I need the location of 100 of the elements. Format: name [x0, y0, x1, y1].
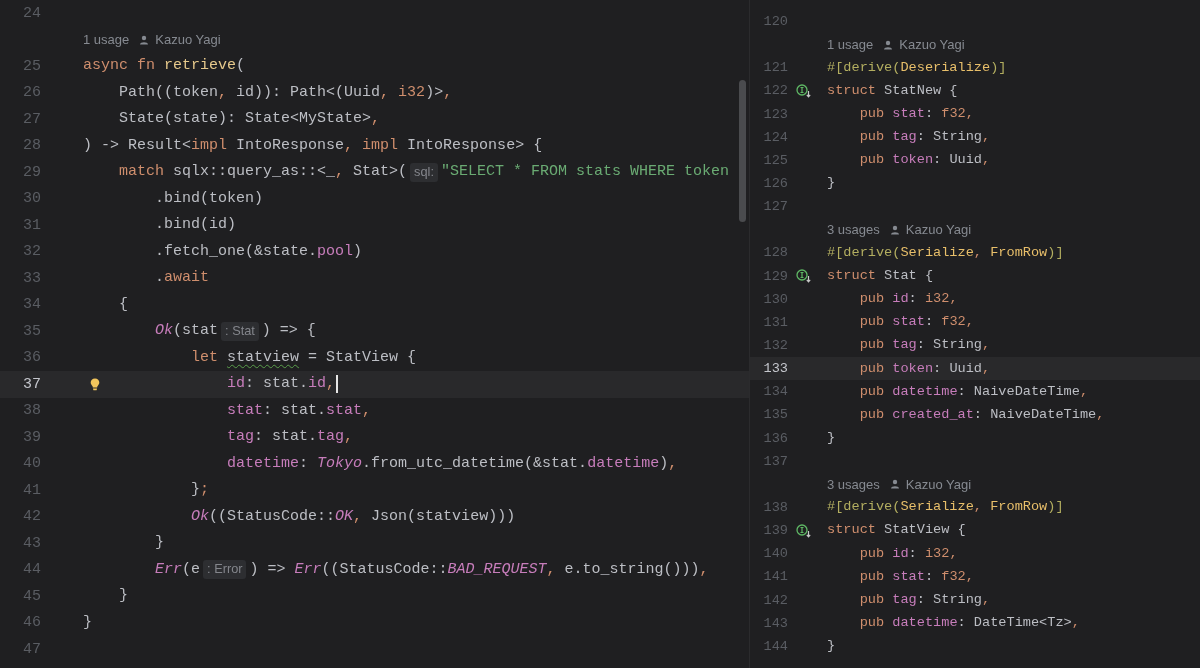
line-number: 131: [762, 314, 788, 330]
line-number: 143: [762, 615, 788, 631]
line-number: 31: [22, 216, 41, 234]
line-number: 126: [762, 176, 788, 192]
code-text: pub token: Uuid,: [859, 151, 991, 170]
line-number: 128: [762, 245, 788, 261]
line-number: 42: [22, 508, 41, 526]
implemented-icon[interactable]: [796, 84, 812, 98]
code-text: .bind(id): [155, 215, 237, 236]
usages-link[interactable]: 1 usage: [827, 37, 874, 53]
code-text: pub id: i32,: [859, 544, 958, 563]
line-number: 32: [22, 243, 41, 261]
code-text: {: [119, 294, 129, 315]
code-text: struct Stat {: [827, 266, 934, 285]
implemented-icon[interactable]: [796, 269, 812, 284]
author-link[interactable]: Kazuo Yagi: [905, 222, 972, 238]
person-icon: [883, 39, 894, 50]
code-text: #[derive(Deserialize)]: [827, 58, 1007, 77]
line-number: 38: [22, 402, 41, 420]
code-text: pub stat: f32,: [859, 313, 974, 332]
code-text: Ok((StatusCode::OK, Json(statview))): [191, 506, 516, 527]
code-text: Path((token, id)): Path<(Uuid, i32)>,: [119, 82, 453, 103]
scrollbar-thumb[interactable]: [739, 80, 746, 222]
code-text: ) => {: [261, 321, 316, 342]
line-number: 24: [22, 4, 41, 22]
line-number: 37: [22, 375, 41, 393]
line-number: 136: [762, 430, 788, 446]
code-text: Ok(stat: [155, 321, 219, 342]
line-number: 139: [762, 523, 788, 539]
code-text: "SELECT * FROM stats WHERE token: [440, 162, 729, 183]
author-link[interactable]: Kazuo Yagi: [155, 32, 221, 48]
line-number: 123: [762, 106, 788, 122]
line-number: 124: [762, 129, 788, 145]
code-text: id: stat.id,: [227, 374, 336, 395]
code-text: pub tag: String,: [859, 336, 991, 355]
line-number: 46: [22, 614, 41, 632]
code-text: struct StatNew {: [827, 81, 958, 100]
line-number: 127: [762, 199, 788, 215]
line-number: 142: [762, 592, 788, 608]
code-text: #[derive(Serialize, FromRow)]: [827, 498, 1064, 517]
code-text: Err(e: [155, 559, 201, 580]
code-text: ) => Err((StatusCode::BAD_REQUEST, e.to_string())),: [249, 559, 709, 580]
line-number: 27: [22, 110, 41, 128]
code-text: .fetch_one(&state.pool): [155, 241, 363, 262]
code-text: pub tag: String,: [859, 128, 991, 147]
line-number: 130: [762, 291, 788, 307]
code-text: stat: stat.stat,: [227, 400, 372, 421]
usages-link[interactable]: 1 usage: [83, 32, 130, 48]
code-text: let statview = StatView {: [191, 347, 417, 368]
code-text: match sqlx::query_as::<_, Stat>(: [119, 162, 408, 183]
usages-link[interactable]: 3 usages: [827, 476, 880, 492]
line-number: 140: [762, 546, 788, 562]
code-text: }: [827, 428, 836, 447]
line-number: 25: [22, 57, 41, 75]
code-text: tag: stat.tag,: [227, 427, 354, 448]
line-number: 35: [22, 322, 41, 340]
code-text: datetime: Tokyo.from_utc_datetime(&stat.datetime),: [227, 453, 678, 474]
code-text: .bind(token): [155, 188, 264, 209]
code-text: pub datetime: DateTime<Tz>,: [859, 614, 1080, 633]
author-link[interactable]: Kazuo Yagi: [905, 476, 972, 492]
code-text: async fn retrieve(: [83, 56, 246, 77]
code-text: State(state): State<MyState>,: [119, 109, 381, 130]
line-number: 33: [22, 269, 41, 287]
implemented-icon[interactable]: [796, 523, 812, 538]
line-number: 133: [762, 361, 788, 377]
code-text: pub id: i32,: [859, 290, 958, 309]
code-text: pub token: Uuid,: [859, 359, 991, 378]
code-text: }: [119, 586, 129, 607]
person-icon: [889, 479, 900, 490]
line-number: 26: [22, 84, 41, 102]
line-number: 44: [22, 561, 41, 579]
usages-link[interactable]: 3 usages: [827, 222, 880, 238]
line-number: 121: [762, 60, 788, 76]
code-text: pub created_at: NaiveDateTime,: [859, 405, 1105, 424]
code-text: .await: [155, 268, 210, 289]
line-number: 41: [22, 481, 41, 499]
line-number: 144: [762, 638, 788, 654]
line-number: 129: [762, 268, 788, 284]
line-number: 28: [22, 137, 41, 155]
line-number: 40: [22, 455, 41, 473]
line-number: 34: [22, 296, 41, 314]
code-text: };: [191, 480, 210, 501]
line-number: 43: [22, 534, 41, 552]
code-text: }: [155, 533, 165, 554]
author-link[interactable]: Kazuo Yagi: [899, 37, 965, 53]
inlay-hint: : Stat: [221, 321, 259, 341]
line-number: 122: [762, 83, 788, 99]
code-text: }: [83, 612, 92, 633]
line-number: 141: [762, 569, 788, 585]
lightbulb-icon[interactable]: [90, 378, 100, 391]
line-number: 132: [762, 338, 788, 354]
code-text: #[derive(Serialize, FromRow)]: [827, 243, 1064, 262]
line-number: 120: [762, 14, 788, 30]
person-icon: [889, 224, 900, 235]
code-text: pub stat: f32,: [859, 567, 974, 586]
line-number: 137: [762, 453, 788, 469]
line-number: 36: [22, 349, 41, 367]
line-number: 29: [22, 163, 41, 181]
line-number: 39: [22, 428, 41, 446]
person-icon: [139, 34, 150, 45]
